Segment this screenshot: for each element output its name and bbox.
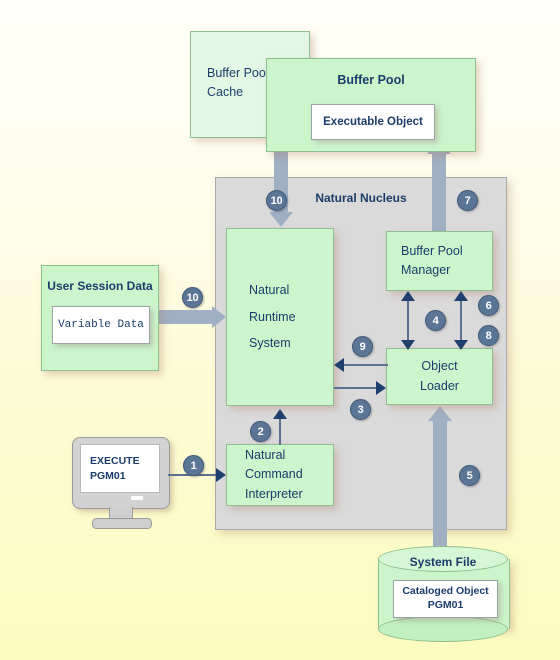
cataloged-object-line-1: Cataloged Object: [402, 585, 489, 598]
user-session-data-title: User Session Data: [47, 279, 153, 293]
cylinder-bottom-ellipse: [378, 616, 508, 642]
object-loader-box: Object Loader: [386, 348, 493, 405]
step-badge-9: 9: [352, 336, 373, 357]
cataloged-object-box: Cataloged Object PGM01: [393, 580, 498, 618]
natural-command-interpreter-box: Natural Command Interpreter: [226, 444, 334, 506]
step-badge-8: 8: [478, 325, 499, 346]
step-badge-10-nucleus: 10: [266, 190, 287, 211]
terminal-command-line-1: EXECUTE: [90, 455, 140, 468]
system-file-title: System File: [409, 555, 477, 569]
natural-runtime-system-box: Natural Runtime System: [226, 228, 334, 406]
monitor-screen: EXECUTE PGM01: [80, 444, 160, 493]
buffer-pool-cache-label: Buffer Pool Cache: [207, 66, 269, 100]
step-badge-7: 7: [457, 190, 478, 211]
step-badge-5: 5: [459, 465, 480, 486]
step-badge-1: 1: [183, 455, 204, 476]
buffer-pool-title: Buffer Pool: [337, 73, 405, 87]
variable-data-box: Variable Data: [52, 306, 150, 344]
terminal-monitor-icon: EXECUTE PGM01: [72, 437, 176, 529]
executable-object-box: Executable Object: [311, 104, 435, 140]
step-badge-4: 4: [425, 310, 446, 331]
object-loader-label: Object Loader: [420, 359, 459, 393]
monitor-stand-base: [92, 518, 152, 529]
step-badge-3: 3: [350, 399, 371, 420]
diagram-canvas: Natural Nucleus Buffer Pool Cache Buffer…: [0, 0, 560, 660]
natural-command-interpreter-label: Natural Command Interpreter: [245, 447, 303, 501]
natural-runtime-system-label: Natural Runtime System: [249, 282, 296, 351]
step-badge-10-session: 10: [182, 287, 203, 308]
monitor-led-icon: [131, 496, 143, 500]
cataloged-object-line-2: PGM01: [427, 599, 464, 611]
buffer-pool-manager-box: Buffer Pool Manager: [386, 231, 493, 291]
system-file-cylinder: System File Cataloged Object PGM01: [378, 546, 510, 642]
terminal-command-line-2: PGM01: [90, 469, 126, 482]
buffer-pool-manager-label: Buffer Pool Manager: [401, 243, 463, 277]
step-badge-2: 2: [250, 421, 271, 442]
step-badge-6: 6: [478, 295, 499, 316]
